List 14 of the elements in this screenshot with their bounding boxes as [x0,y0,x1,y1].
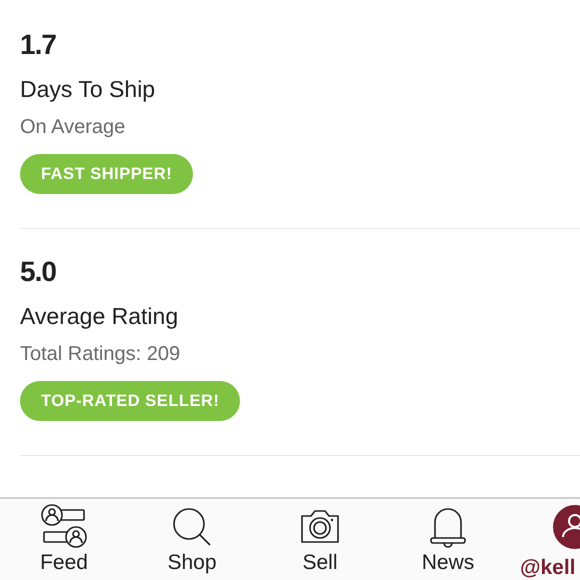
tab-item[interactable]: Shop [128,499,256,580]
stat-title: Days To Ship [20,75,156,104]
seller-badge: TOP-RATED SELLER! [20,381,240,421]
tab-item[interactable]: News [384,499,512,580]
feed-icon [40,504,88,550]
tab-item[interactable]: Feed [0,499,128,580]
stat-value: 5.0 [20,255,56,289]
seller-badge: FAST SHIPPER! [20,154,194,194]
tab-item[interactable]: @kell [512,499,580,580]
tab-item[interactable]: Sell [256,499,384,580]
stat-title: Average Rating [20,302,178,331]
stat-subtitle: Total Ratings: 209 [20,342,180,367]
stat-value: 1.7 [20,28,56,62]
stat-subtitle: On Average [20,115,126,140]
